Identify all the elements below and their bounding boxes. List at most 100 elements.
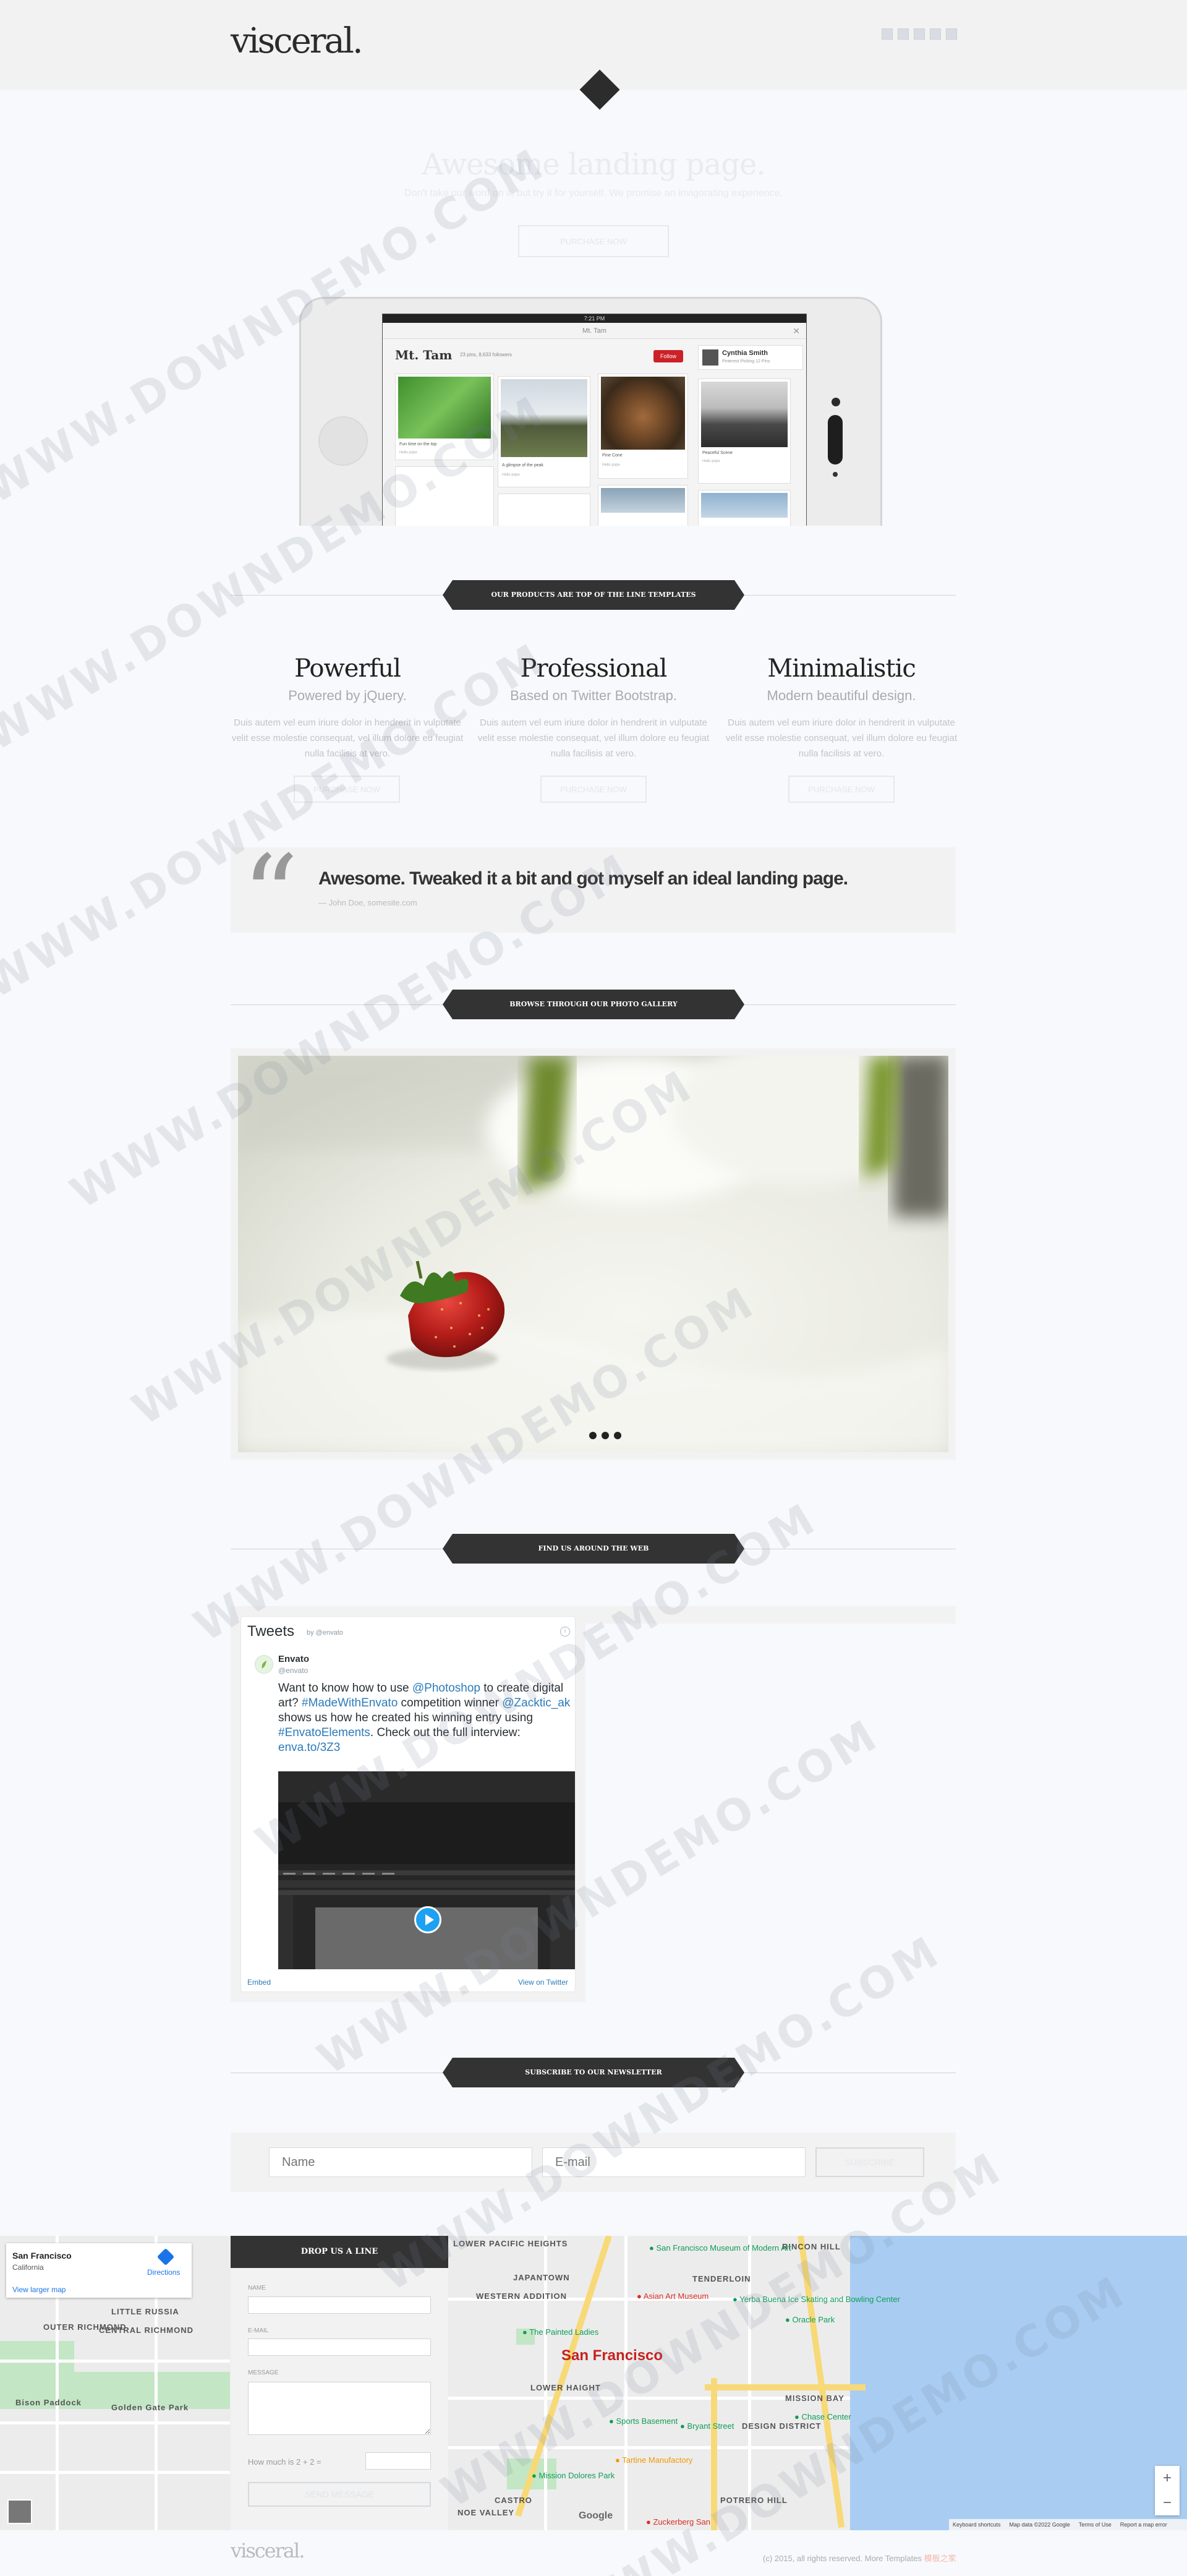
section-ribbon-gallery: Browse through our photo gallery xyxy=(443,990,744,1019)
tablet-mockup: 7:21 PM Mt. Tam ✕ Mt. Tam 23 pins, 8,633… xyxy=(299,297,882,526)
tweets-by[interactable]: by @envato xyxy=(307,1629,343,1637)
zoom-out-button[interactable]: − xyxy=(1155,2491,1180,2515)
tweet-text-part: . Check out the full interview: xyxy=(370,1726,521,1739)
board-title: Mt. Tam xyxy=(395,348,453,362)
hero-subtitle: Don't take our word on it, but try it fo… xyxy=(404,188,783,199)
map-road xyxy=(448,2446,850,2449)
tweet-link[interactable]: enva.to/3Z3 xyxy=(278,1741,340,1754)
zoom-in-button[interactable]: + xyxy=(1155,2466,1180,2491)
rss-icon[interactable] xyxy=(946,28,957,40)
info-icon[interactable]: i xyxy=(560,1627,570,1637)
pin-caption: Fun time on the top xyxy=(399,442,437,447)
map-poi-label[interactable]: ● San Francisco Museum of Modern Art xyxy=(649,2243,791,2253)
tweet-link[interactable]: #EnvatoElements xyxy=(278,1726,370,1739)
map-poi-label[interactable]: ● Tartine Manufactory xyxy=(615,2455,692,2465)
newsletter-form: Subscribe xyxy=(231,2133,956,2192)
map-poi-label[interactable]: ● Asian Art Museum xyxy=(637,2291,708,2301)
keyboard-shortcuts-link[interactable]: Keyboard shortcuts xyxy=(953,2519,1001,2530)
feature-purchase-button[interactable]: Purchase now xyxy=(294,776,400,803)
map-neighborhood-label: CENTRAL RICHMOND xyxy=(99,2326,194,2335)
testimonial-author: — John Doe, somesite.com xyxy=(318,898,417,907)
section-ribbon-products: Our products are top of the line templat… xyxy=(443,580,744,610)
map-bay xyxy=(850,2236,1187,2530)
pin-card xyxy=(395,466,494,526)
photoshop-screenshot xyxy=(278,1771,575,1969)
report-error-link[interactable]: Report a map error xyxy=(1120,2519,1167,2530)
map-neighborhood-label: JAPANTOWN xyxy=(513,2273,570,2282)
testimonial: “ Awesome. Tweaked it a bit and got myse… xyxy=(231,841,956,952)
footer-logo[interactable]: visceral. xyxy=(231,2539,305,2562)
more-templates-link[interactable]: 模板之家 xyxy=(924,2554,956,2563)
subscribe-button[interactable]: Subscribe xyxy=(815,2147,924,2177)
tweet-author-handle[interactable]: @envato xyxy=(278,1666,308,1675)
hero-purchase-button[interactable]: Purchase now xyxy=(518,225,669,257)
google-plus-icon[interactable] xyxy=(914,28,925,40)
play-icon[interactable] xyxy=(414,1906,441,1933)
newsletter-email-input[interactable] xyxy=(542,2147,806,2177)
captcha-answer-input[interactable] xyxy=(365,2452,431,2470)
tweet-text-part: shows us how he created his winning entr… xyxy=(278,1711,533,1724)
view-larger-map-link[interactable]: View larger map xyxy=(12,2285,66,2294)
map-highway xyxy=(798,2236,845,2528)
feature-purchase-button[interactable]: Purchase now xyxy=(540,776,647,803)
map-neighborhood-label: MISSION BAY xyxy=(785,2394,845,2403)
pin-image xyxy=(601,488,685,513)
contact-message-input[interactable] xyxy=(248,2382,431,2435)
map-poi-label[interactable]: ● The Painted Ladies xyxy=(522,2327,598,2337)
tweet-author-name[interactable]: Envato xyxy=(278,1654,309,1664)
feature-body: Duis autem vel eum iriure dolor in hendr… xyxy=(477,717,710,759)
twitter-icon[interactable] xyxy=(882,28,893,40)
section-ribbon-newsletter: Subscribe to our newsletter xyxy=(443,2058,744,2087)
pin-image xyxy=(701,382,788,447)
tweet-text-part: competition winner xyxy=(398,1697,503,1709)
linkedin-icon[interactable] xyxy=(930,28,941,40)
directions-icon[interactable] xyxy=(156,2248,175,2266)
map-neighborhood-label: LOWER PACIFIC HEIGHTS xyxy=(453,2239,568,2248)
map[interactable]: OUTER RICHMOND LITTLE RUSSIA CENTRAL RICHM… xyxy=(0,2236,1187,2530)
map-poi-label[interactable]: ● Oracle Park xyxy=(785,2315,835,2324)
contact-email-input[interactable] xyxy=(248,2339,431,2356)
gallery-dot[interactable] xyxy=(602,1432,609,1439)
contact-name-input[interactable] xyxy=(248,2296,431,2314)
feature-title: Minimalistic xyxy=(767,654,916,683)
tablet-nav-bar: Mt. Tam ✕ xyxy=(383,323,806,339)
map-poi-label[interactable]: ● Mission Dolores Park xyxy=(532,2471,615,2480)
quote-icon: “ xyxy=(242,832,299,961)
send-message-button[interactable]: Send message xyxy=(248,2482,431,2507)
terms-link[interactable]: Terms of Use xyxy=(1079,2519,1112,2530)
feature-subtitle: Powered by jQuery. xyxy=(288,688,407,703)
street-view-icon[interactable] xyxy=(7,2499,32,2524)
pin-via: Hello pope xyxy=(702,460,720,463)
pin-image xyxy=(501,379,587,457)
map-place-card: San Francisco California View larger map… xyxy=(6,2243,192,2298)
tweet-link[interactable]: #MadeWithEnvato xyxy=(302,1697,398,1709)
gallery-dot[interactable] xyxy=(614,1432,621,1439)
gallery-photo[interactable] xyxy=(238,1056,948,1452)
tweet-video[interactable] xyxy=(278,1771,575,1969)
feature-title: Professional xyxy=(520,654,668,683)
avatar[interactable] xyxy=(255,1655,273,1674)
view-on-twitter-link[interactable]: View on Twitter xyxy=(518,1978,568,1987)
map-neighborhood-label: WESTERN ADDITION xyxy=(476,2291,567,2301)
follow-button: Follow xyxy=(653,350,683,362)
map-poi-label[interactable]: ● Yerba Buena Ice Skating and Bowling Ce… xyxy=(733,2295,900,2304)
embed-link[interactable]: Embed xyxy=(247,1978,271,1987)
map-neighborhood-label: NOE VALLEY xyxy=(457,2508,515,2517)
feature-purchase-button[interactable]: Purchase now xyxy=(788,776,895,803)
gallery-dot[interactable] xyxy=(589,1432,597,1439)
map-neighborhood-label: Golden Gate Park xyxy=(111,2403,189,2412)
tweet-link[interactable]: @Photoshop xyxy=(412,1682,480,1695)
map-poi-label[interactable]: ● Bryant Street xyxy=(680,2421,734,2431)
map-poi-label[interactable]: ● Zuckerberg San xyxy=(646,2517,710,2527)
facebook-icon[interactable] xyxy=(898,28,909,40)
photo-gallery xyxy=(231,1048,956,1460)
social-links xyxy=(882,28,957,40)
map-poi-label[interactable]: ● Chase Center xyxy=(794,2412,851,2421)
site-logo[interactable]: visceral. xyxy=(231,21,364,61)
map-poi-label[interactable]: ● Sports Basement xyxy=(609,2416,678,2426)
directions-link[interactable]: Directions xyxy=(147,2268,180,2277)
tweet-link[interactable]: @Zacktic_ak xyxy=(502,1697,570,1709)
map-attribution: Keyboard shortcuts Map data ©2022 Google… xyxy=(949,2519,1187,2530)
user-meta: Pinterest Picking 12 Pins xyxy=(722,359,770,364)
newsletter-name-input[interactable] xyxy=(269,2147,532,2177)
